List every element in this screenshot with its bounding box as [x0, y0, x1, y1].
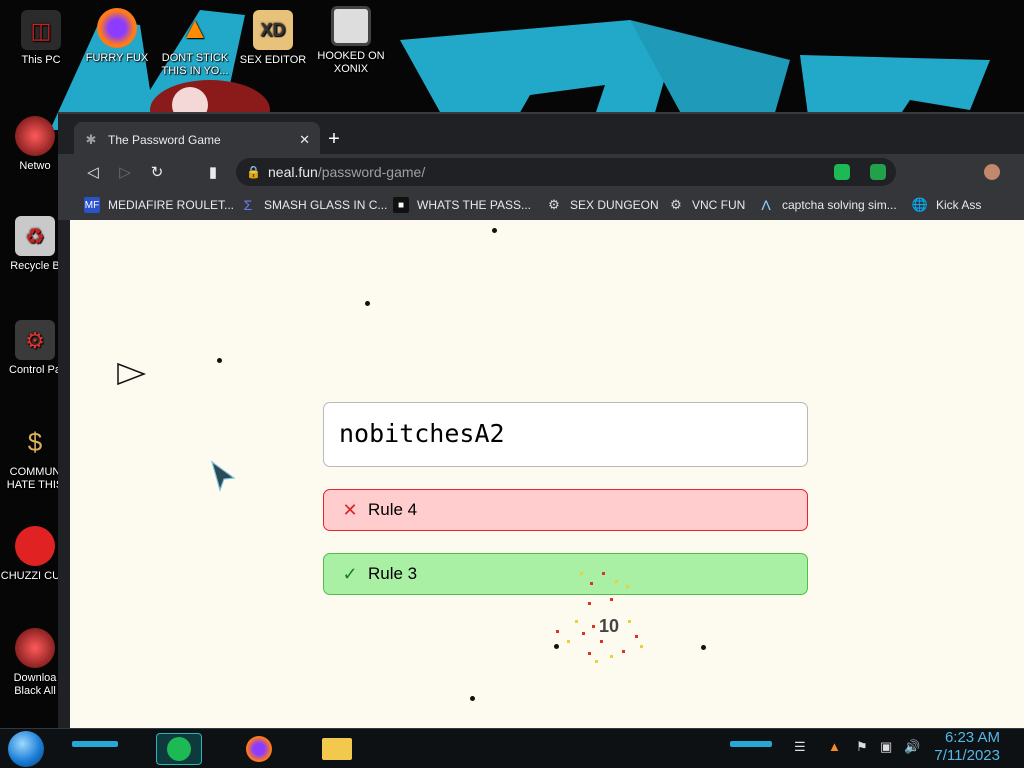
volume-icon[interactable]: 🔊: [904, 739, 920, 755]
forward-icon[interactable]: ▷: [114, 162, 136, 184]
bookmark-kick-ass[interactable]: 🌐 Kick Ass: [912, 197, 981, 213]
taskbar-firefox[interactable]: [236, 733, 282, 765]
terminal-icon: ■: [393, 197, 409, 213]
bookmark-mediafire[interactable]: MF MEDIAFIRE ROULET...: [84, 197, 234, 213]
url-path: /password-game/: [317, 164, 426, 180]
bookmark-sex-dungeon[interactable]: ⚙ SEX DUNGEON: [546, 197, 659, 213]
score-counter: 10: [599, 616, 620, 636]
address-bar[interactable]: 🔒 neal.fun/password-game/: [236, 158, 896, 186]
bookmark-label: SMASH GLASS IN C...: [264, 198, 388, 212]
taskbar: ☰ ▲ ⚑ ▣ 🔊 6:23 AM 7/11/2023: [0, 728, 1024, 768]
bookmark-whats-the-pass[interactable]: ■ WHATS THE PASS...: [393, 197, 531, 213]
bookmarks-bar: MF MEDIAFIRE ROULET... Σ SMASH GLASS IN …: [58, 190, 1024, 220]
ship-outline-icon: [117, 362, 147, 386]
bookmark-label: Kick Ass: [936, 198, 982, 212]
start-orb-icon[interactable]: [8, 731, 44, 767]
xd-editor-icon: XD: [253, 10, 293, 50]
bookmark-label: VNC FUN: [692, 198, 746, 212]
shield-extension-icon[interactable]: [870, 164, 886, 180]
taskbar-file-explorer[interactable]: [314, 733, 360, 765]
computer-icon: ◫: [21, 10, 61, 50]
system-clock[interactable]: 6:23 AM 7/11/2023: [934, 729, 1000, 765]
tray-overflow-icon[interactable]: ☰: [794, 739, 806, 755]
spotify-extension-icon[interactable]: [834, 164, 850, 180]
gamepad-icon: ⚙: [548, 197, 560, 212]
spotify-icon: [167, 737, 191, 761]
bookmark-smash-glass[interactable]: Σ SMASH GLASS IN C...: [240, 197, 388, 213]
desktop-icon-xonix[interactable]: HOOKED ON XONIX: [314, 6, 388, 76]
asteroid-dot: [701, 645, 706, 650]
gamepad-icon: ⚙: [670, 197, 682, 212]
asterisk-favicon-icon: ✱: [85, 132, 97, 147]
desktop-icon-label: DONT STICK THIS IN YO...: [161, 52, 229, 77]
tab-title: The Password Game: [108, 133, 221, 147]
bookmark-label: WHATS THE PASS...: [417, 198, 532, 212]
network-tray-icon[interactable]: ▣: [880, 739, 892, 755]
close-tab-icon[interactable]: ✕: [299, 132, 310, 148]
asteroid-dot: [470, 696, 475, 701]
globe-icon: 🌐: [911, 197, 929, 212]
desktop-icon-label: SEX EDITOR: [239, 54, 307, 66]
browser-window: ✱ The Password Game ✕ + ◁ ▷ ↻ ▮ 🔒 neal.f…: [58, 112, 1024, 732]
bookmark-label: SEX DUNGEON: [570, 198, 659, 212]
taskbar-spotify[interactable]: [156, 733, 202, 765]
firefox-icon: [246, 736, 272, 762]
download-icon: [15, 628, 55, 668]
check-icon: ✓: [342, 563, 358, 584]
firefox-icon: [97, 8, 137, 48]
rule-label: Rule 4: [368, 500, 418, 519]
bookmark-captcha[interactable]: Λ captcha solving sim...: [758, 197, 897, 213]
lambda-icon: Λ: [761, 197, 771, 213]
url-host: neal.fun: [268, 164, 318, 180]
bookmark-label: MEDIAFIRE ROULET...: [108, 198, 235, 212]
lock-icon: 🔒: [246, 165, 261, 179]
tab-password-game[interactable]: ✱ The Password Game ✕: [74, 122, 320, 158]
rule-4-failed: ✕ Rule 4: [323, 489, 808, 531]
cross-icon: ✕: [342, 499, 358, 520]
bookmark-vnc-fun[interactable]: ⚙ VNC FUN: [668, 197, 745, 213]
xonix-game-icon: [331, 6, 371, 46]
new-tab-icon[interactable]: +: [322, 128, 346, 152]
profile-avatar-icon[interactable]: [984, 164, 1000, 180]
asteroid-dot: [554, 644, 559, 649]
folder-icon: [322, 738, 352, 760]
sigma-icon: Σ: [243, 197, 253, 213]
money-bag-icon: $: [27, 426, 43, 457]
taskbar-decoration: [72, 741, 118, 747]
back-icon[interactable]: ◁: [82, 162, 104, 184]
desktop-icon-vlc[interactable]: ▲ DONT STICK THIS IN YO...: [158, 8, 232, 78]
taskbar-decoration: [730, 741, 772, 747]
bookmark-icon[interactable]: ▮: [202, 162, 224, 184]
reload-icon[interactable]: ↻: [146, 162, 168, 184]
desktop-icon-label: HOOKED ON XONIX: [317, 50, 385, 75]
control-panel-icon: ⚙: [15, 320, 55, 360]
page-content: nobitchesA2 ✕ Rule 4 ✓ Rule 3 10: [70, 220, 1024, 732]
desktop-icon-label: This PC: [21, 54, 61, 66]
bookmark-label: captcha solving sim...: [782, 198, 897, 212]
rule-3-passed: ✓ Rule 3: [323, 553, 808, 595]
desktop-icon-label: FURRY FUX: [85, 52, 149, 64]
tab-strip: ✱ The Password Game ✕ +: [58, 114, 1024, 158]
chuzzle-icon: [15, 526, 55, 566]
clock-date: 7/11/2023: [934, 747, 1000, 764]
desktop-icon-sex-editor[interactable]: XD SEX EDITOR: [236, 10, 310, 67]
asteroid-dot: [492, 228, 497, 233]
password-input[interactable]: nobitchesA2: [323, 402, 808, 467]
vlc-cone-icon: ▲: [180, 11, 210, 45]
rule-label: Rule 3: [368, 564, 418, 583]
flag-icon[interactable]: ⚑: [856, 739, 868, 755]
tray-app-icon[interactable]: ▲: [828, 739, 841, 754]
clock-time: 6:23 AM: [944, 729, 1000, 746]
network-icon: [15, 116, 55, 156]
desktop-icon-furry-fux[interactable]: FURRY FUX: [80, 8, 154, 65]
recycle-bin-icon: ♻: [15, 216, 55, 256]
mediafire-icon: MF: [84, 197, 100, 213]
desktop-icon-this-pc[interactable]: ◫ This PC: [4, 10, 78, 67]
asteroid-dot: [217, 358, 222, 363]
asteroid-dot: [365, 301, 370, 306]
cursor-arrow-icon: [210, 460, 236, 492]
browser-toolbar: ◁ ▷ ↻ ▮ 🔒 neal.fun/password-game/: [58, 154, 1024, 190]
